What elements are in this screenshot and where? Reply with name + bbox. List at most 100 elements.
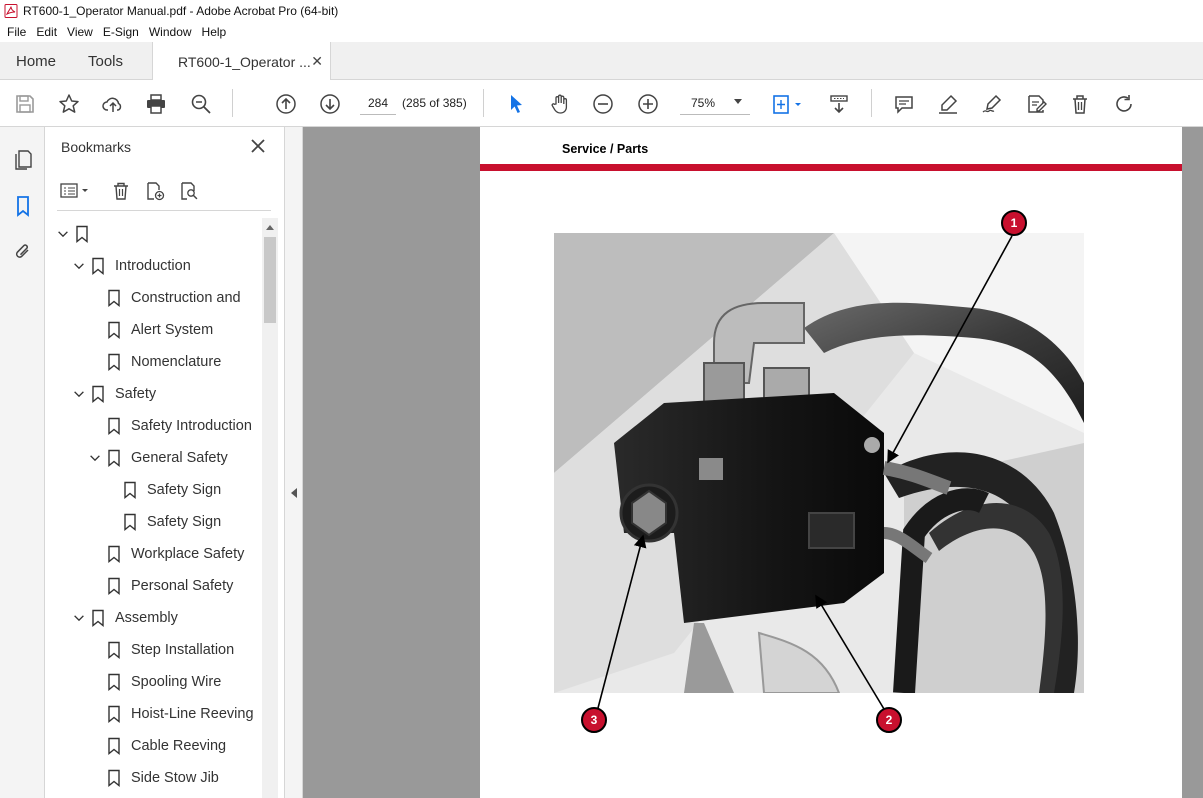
chevron-down-icon[interactable] [71,386,87,402]
zoom-in-icon[interactable] [635,91,661,117]
bookmark-item[interactable]: Assembly [71,602,178,634]
close-icon[interactable]: ✕ [311,53,323,70]
bookmark-label: Safety [115,386,157,402]
bookmark-item[interactable]: Safety Sign [123,474,221,506]
document-scrollbar[interactable] [1182,127,1203,798]
bookmark-item[interactable]: Workplace Safety [107,538,244,570]
bookmark-icon [107,705,121,723]
bookmark-label: Safety Sign [147,514,222,530]
bookmark-label: Alert System [131,322,214,338]
bookmark-icon [91,609,105,627]
tab-document[interactable]: RT600-1_Operator ... ✕ [152,42,331,81]
save-icon[interactable] [12,91,38,117]
bookmark-item[interactable]: Nomenclature [107,346,221,378]
bookmark-icon [107,289,121,307]
bookmark-item[interactable]: Cable Reeving [107,730,226,762]
chevron-down-icon[interactable] [71,610,87,626]
bookmark-item[interactable]: Step Installation [107,634,234,666]
attachment-paperclip-icon[interactable] [10,239,36,265]
bookmark-item[interactable] [55,218,99,250]
panel-splitter[interactable] [285,127,303,798]
scroll-up-arrow-icon[interactable] [266,225,274,230]
bookmark-icon [107,321,121,339]
comment-icon[interactable] [891,91,917,117]
bookmark-item[interactable]: Spooling Wire [107,666,221,698]
chevron-down-icon[interactable] [55,226,71,242]
bookmark-item[interactable]: Introduction [71,250,191,282]
chevron-down-icon[interactable] [87,450,103,466]
bookmark-item[interactable]: Construction and [107,282,241,314]
trash-icon[interactable] [1067,91,1093,117]
bookmark-label: Nomenclature [131,354,222,370]
bookmark-item[interactable]: Alert System [107,314,213,346]
menu-file[interactable]: File [2,25,31,39]
bookmarks-scrollbar-thumb[interactable] [264,237,276,323]
delete-bookmark-icon[interactable] [109,179,133,203]
tab-tools[interactable]: Tools [88,42,123,80]
zoom-search-icon[interactable] [188,91,214,117]
bookmark-label: Introduction [115,258,191,274]
menu-help[interactable]: Help [197,25,232,39]
bookmark-icon [107,353,121,371]
tab-home[interactable]: Home [16,42,56,80]
bookmark-label: Hoist-Line Reeving [131,706,254,722]
bookmark-icon [107,577,121,595]
bookmark-label: Side Stow Jib [131,770,219,786]
sign-pen-icon[interactable] [979,91,1005,117]
bookmark-icon [123,481,137,499]
bookmark-item[interactable]: Safety [71,378,156,410]
rotate-redo-icon[interactable] [1111,91,1137,117]
chevron-down-icon[interactable] [734,99,742,104]
zoom-input[interactable] [680,91,726,115]
print-icon[interactable] [143,91,169,117]
chevron-down-icon[interactable] [71,258,87,274]
bookmark-options-icon[interactable] [59,179,93,203]
callout-1: 1 [1001,210,1027,236]
bookmark-label: Cable Reeving [131,738,227,754]
menu-edit[interactable]: Edit [31,25,62,39]
bookmark-item[interactable]: Personal Safety [107,570,233,602]
select-cursor-icon[interactable] [503,91,529,117]
bookmark-item[interactable]: Safety Introduction [107,410,252,442]
close-icon[interactable] [248,136,268,156]
zoom-out-icon[interactable] [590,91,616,117]
bookmark-item[interactable]: Side Stow Jib [107,762,219,794]
bookmark-item[interactable]: Hoist-Line Reeving [107,698,254,730]
menu-window[interactable]: Window [144,25,197,39]
page-number-input[interactable] [360,91,396,115]
menu-view[interactable]: View [62,25,98,39]
bookmark-panel-icon[interactable] [10,193,36,219]
page-thumbnails-icon[interactable] [10,147,36,173]
page-fit-icon[interactable] [770,91,806,117]
bookmark-icon [107,449,121,467]
bookmark-icon [107,641,121,659]
bookmark-icon [107,545,121,563]
highlight-pen-icon[interactable] [935,91,961,117]
edit-pdf-icon[interactable] [1023,91,1049,117]
bookmark-item[interactable]: General Safety [87,442,228,474]
bookmark-icon [91,385,105,403]
hand-pan-icon[interactable] [547,91,573,117]
tab-bar: Home Tools RT600-1_Operator ... ✕ [0,42,1203,81]
bookmark-icon [75,225,89,243]
bookmarks-panel: Bookmarks Introduction Construction and Al… [45,127,285,798]
hydraulic-valve-photo [554,233,1084,693]
bookmark-search-icon[interactable] [177,179,201,203]
window-title: RT600-1_Operator Manual.pdf - Adobe Acro… [23,4,339,18]
menu-esign[interactable]: E-Sign [98,25,144,39]
scroll-mode-icon[interactable] [826,91,852,117]
bookmark-icon [91,257,105,275]
bookmark-icon [107,673,121,691]
previous-page-icon[interactable] [273,91,299,117]
bookmark-item[interactable]: Safety Sign [123,506,221,538]
upload-cloud-icon[interactable] [100,91,126,117]
new-bookmark-icon[interactable] [143,179,167,203]
next-page-icon[interactable] [317,91,343,117]
main-toolbar [0,80,1203,127]
star-icon[interactable] [56,91,82,117]
title-bar: RT600-1_Operator Manual.pdf - Adobe Acro… [0,0,1203,22]
bookmark-label: General Safety [131,450,228,466]
collapse-panel-arrow-icon[interactable] [291,488,297,498]
left-rail [0,127,45,798]
header-red-rule [480,164,1182,171]
